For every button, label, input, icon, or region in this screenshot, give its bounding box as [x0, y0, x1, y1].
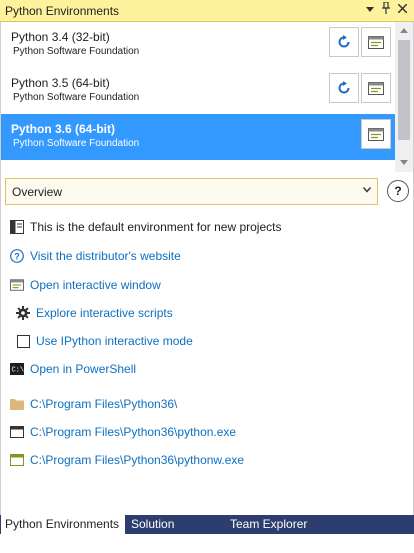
chevron-up-icon [400, 28, 408, 33]
view-select[interactable]: Overview [5, 178, 378, 205]
window-app-icon [10, 453, 24, 467]
scroll-up-button[interactable] [395, 24, 413, 38]
scroll-thumb[interactable] [398, 40, 410, 140]
python-exe-row[interactable]: C:\Program Files\Python36\python.exe [10, 423, 236, 441]
pythonw-exe-link[interactable]: C:\Program Files\Python36\pythonw.exe [30, 453, 244, 467]
environment-item-selected[interactable]: Python 3.6 (64-bit) Python Software Foun… [1, 114, 395, 160]
python-exe-link[interactable]: C:\Program Files\Python36\python.exe [30, 425, 236, 439]
help-circle-icon: ? [10, 249, 24, 263]
chevron-down-icon [366, 7, 374, 12]
prefix-path-link[interactable]: C:\Program Files\Python36\ [30, 397, 177, 411]
refresh-icon [338, 81, 350, 94]
chevron-down-icon [362, 185, 372, 196]
open-powershell-row[interactable]: C:\ Open in PowerShell [10, 360, 136, 378]
environment-publisher: Python Software Foundation [13, 138, 140, 149]
svg-text:C:\: C:\ [12, 367, 25, 375]
panel-title: Python Environments [5, 4, 120, 18]
svg-text:?: ? [14, 252, 20, 262]
open-interactive-window-button[interactable] [361, 119, 391, 149]
tab-solution-explorer[interactable]: Solution Explorer [127, 515, 225, 550]
environment-list-scrollbar[interactable] [395, 22, 413, 172]
use-ipython-label[interactable]: Use IPython interactive mode [36, 334, 193, 348]
open-interactive-window-button[interactable] [361, 27, 391, 57]
help-button[interactable]: ? [387, 180, 409, 202]
close-button[interactable] [394, 2, 410, 18]
panel-titlebar: Python Environments [0, 0, 414, 22]
console-window-icon [10, 425, 24, 439]
open-powershell-link[interactable]: Open in PowerShell [30, 362, 136, 376]
open-interactive-row[interactable]: Open interactive window [10, 276, 161, 294]
default-environment-icon [10, 220, 24, 234]
refresh-icon [338, 35, 350, 48]
gear-icon [16, 306, 30, 320]
window-position-button[interactable] [362, 2, 378, 18]
ipython-checkbox[interactable] [16, 334, 30, 348]
interactive-window-icon [368, 35, 384, 49]
open-interactive-window-button[interactable] [361, 73, 391, 103]
refresh-button[interactable] [329, 27, 359, 57]
use-ipython-row[interactable]: Use IPython interactive mode [16, 332, 193, 350]
environment-name: Python 3.4 (32-bit) [11, 30, 110, 44]
powershell-icon: C:\ [10, 362, 24, 376]
view-select-value: Overview [12, 185, 63, 199]
tool-window-tabs: Python Environments Solution Explorer Te… [0, 515, 414, 550]
environment-list: Python 3.4 (32-bit) Python Software Foun… [1, 22, 395, 172]
default-environment-text: This is the default environment for new … [30, 220, 282, 234]
pin-button[interactable] [378, 1, 394, 18]
interactive-window-icon [10, 278, 24, 292]
interactive-window-icon [368, 127, 384, 141]
distributor-website-link[interactable]: Visit the distributor's website [30, 249, 181, 263]
environment-name: Python 3.5 (64-bit) [11, 76, 110, 90]
explore-scripts-link[interactable]: Explore interactive scripts [36, 306, 173, 320]
environment-name: Python 3.6 (64-bit) [11, 122, 116, 136]
default-environment-row: This is the default environment for new … [10, 218, 281, 236]
environment-item[interactable]: Python 3.5 (64-bit) Python Software Foun… [1, 68, 395, 114]
prefix-path-row[interactable]: C:\Program Files\Python36\ [10, 395, 177, 413]
close-icon [396, 3, 408, 14]
tab-python-environments[interactable]: Python Environments [1, 515, 125, 534]
folder-icon [10, 397, 24, 411]
refresh-button[interactable] [329, 73, 359, 103]
environment-publisher: Python Software Foundation [13, 46, 140, 57]
chevron-down-icon [400, 160, 408, 165]
interactive-window-icon [368, 81, 384, 95]
open-interactive-window-link[interactable]: Open interactive window [30, 278, 161, 292]
distributor-website-row[interactable]: ? Visit the distributor's website [10, 247, 181, 265]
pin-icon [382, 1, 390, 14]
explore-scripts-row[interactable]: Explore interactive scripts [16, 304, 173, 322]
tab-team-explorer[interactable]: Team Explorer [226, 515, 312, 534]
environment-publisher: Python Software Foundation [13, 92, 140, 103]
pythonw-exe-row[interactable]: C:\Program Files\Python36\pythonw.exe [10, 451, 244, 469]
environment-item[interactable]: Python 3.4 (32-bit) Python Software Foun… [1, 22, 395, 68]
scroll-down-button[interactable] [395, 156, 413, 170]
